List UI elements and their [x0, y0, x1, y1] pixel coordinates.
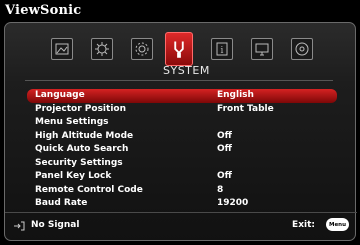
row-panel-key-lock[interactable]: Panel Key Lock Off: [27, 170, 337, 184]
row-projector-position[interactable]: Projector Position Front Table: [27, 103, 337, 117]
row-quick-auto-search[interactable]: Quick Auto Search Off: [27, 143, 337, 157]
row-high-altitude-mode[interactable]: High Altitude Mode Off: [27, 130, 337, 144]
row-label: Language: [35, 90, 85, 100]
picture-icon: [55, 43, 69, 55]
brand-logo: ViewSonic: [5, 3, 82, 18]
row-value: Front Table: [217, 103, 274, 114]
row-baud-rate[interactable]: Baud Rate 19200: [27, 197, 337, 211]
signal-status: No Signal: [31, 220, 80, 230]
row-label: Remote Control Code: [35, 184, 143, 195]
row-value: 8: [217, 184, 224, 195]
menu-button-icon[interactable]: Menu: [326, 218, 349, 231]
svg-text:i: i: [221, 46, 224, 56]
setup-icon: [135, 42, 149, 56]
row-label: Quick Auto Search: [35, 144, 129, 154]
tab-information[interactable]: i: [211, 38, 233, 60]
row-value: Off: [217, 171, 232, 181]
row-value: English: [217, 90, 254, 100]
audio-icon: [295, 42, 309, 56]
divider: [25, 80, 333, 81]
exit-label: Exit:: [292, 220, 315, 230]
divider: [5, 212, 357, 213]
row-label: Panel Key Lock: [35, 171, 112, 181]
osd-menu-panel: i SYSTEM Language English Projector Posi…: [4, 22, 357, 241]
row-value: Off: [217, 144, 232, 154]
row-label: Menu Settings: [35, 117, 109, 127]
row-label: Baud Rate: [35, 198, 88, 208]
row-label: Security Settings: [35, 157, 123, 168]
row-security-settings[interactable]: Security Settings: [27, 157, 337, 171]
input-source-icon: [14, 221, 25, 231]
tab-system[interactable]: [165, 32, 193, 66]
system-icon: [174, 41, 184, 58]
row-remote-control-code[interactable]: Remote Control Code 8: [27, 184, 337, 198]
row-label: Projector Position: [35, 103, 126, 114]
row-language[interactable]: Language English: [27, 89, 337, 103]
information-icon: i: [216, 42, 228, 56]
row-value: Off: [217, 130, 232, 141]
tab-setup[interactable]: [131, 38, 153, 60]
settings-list: Language English Projector Position Fron…: [27, 89, 337, 211]
advanced-icon: [95, 42, 109, 56]
display-icon: [255, 43, 269, 56]
tab-display[interactable]: [251, 38, 273, 60]
row-value: 19200: [217, 198, 249, 208]
tab-audio[interactable]: [291, 38, 313, 60]
row-label: High Altitude Mode: [35, 130, 134, 141]
row-menu-settings[interactable]: Menu Settings: [27, 116, 337, 130]
menu-title: SYSTEM: [163, 64, 210, 77]
tab-advanced[interactable]: [91, 38, 113, 60]
tab-picture[interactable]: [51, 38, 73, 60]
